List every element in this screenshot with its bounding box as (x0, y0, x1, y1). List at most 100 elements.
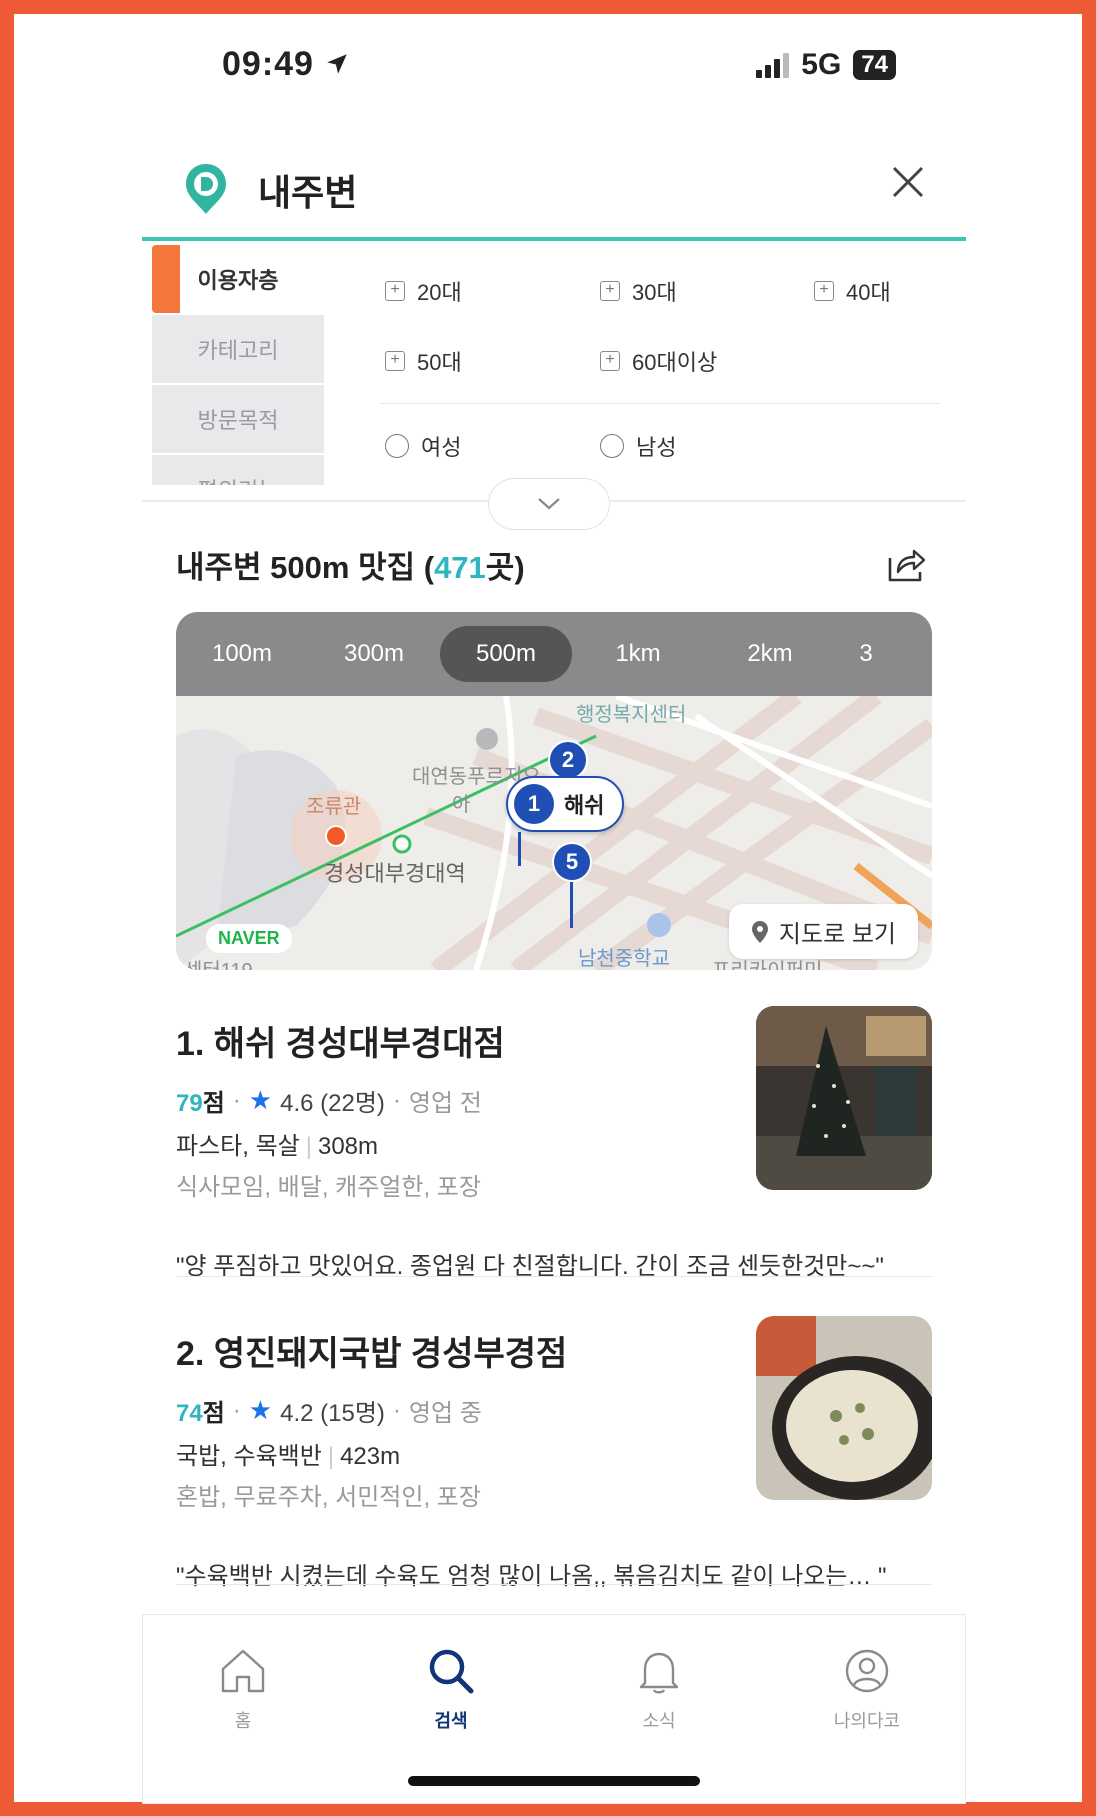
open-status: 영업 중 (408, 1400, 482, 1427)
pin-stem (570, 882, 573, 928)
option-label: 여성 (421, 435, 462, 460)
current-location-icon (325, 825, 347, 847)
list-divider (176, 1584, 932, 1585)
rating: 4.6 (22명) (280, 1090, 385, 1117)
gender-option-male[interactable]: 남성 (600, 430, 676, 462)
filter-tab-purpose[interactable]: 방문목적 (152, 385, 324, 453)
dico-logo-icon (186, 164, 226, 214)
review-snippet: "수육백반 시켰는데 수육도 엄청 많이 나옴,, 볶음김치도 같이 나오는… … (176, 1563, 887, 1590)
option-label: 40대 (846, 280, 891, 305)
photo-christmas-tree (756, 1006, 932, 1190)
rating: 4.2 (15명) (280, 1400, 385, 1427)
score-value: 74 (176, 1400, 203, 1427)
home-indicator[interactable] (408, 1776, 700, 1786)
signal-icon (756, 52, 790, 78)
map-view[interactable]: 행정복지센터 대연동푸르지오 아 조류관 경성대부경대역 남천중학교 센터119… (176, 696, 932, 970)
nav-home[interactable]: 홈 (183, 1645, 303, 1733)
option-label: 30대 (632, 280, 677, 305)
distance-option[interactable]: 1km (572, 640, 704, 668)
section-title: 내주변 500m 맛집 (471곳) (176, 542, 525, 587)
age-option-50[interactable]: +50대 (385, 345, 462, 377)
map-label-school: 남천중학교 (578, 948, 670, 970)
distance-option-selected[interactable]: 500m (440, 626, 572, 682)
pin-stem (518, 832, 521, 866)
star-icon: ★ (248, 1085, 273, 1115)
radio-icon (385, 434, 409, 458)
plus-box-icon: + (385, 281, 405, 301)
plus-box-icon: + (600, 351, 620, 371)
distance-option[interactable]: 3 (836, 640, 896, 668)
section-title-prefix: 내주변 500m 맛집 ( (176, 550, 435, 585)
nav-label: 검색 (434, 1711, 468, 1731)
section-title-suffix: 곳) (485, 550, 525, 585)
option-label: 60대이상 (632, 350, 718, 375)
option-label: 남성 (636, 435, 677, 460)
gender-option-female[interactable]: 여성 (385, 430, 461, 462)
map-label-safety: 센터119 (184, 954, 253, 970)
restaurant-item[interactable]: 2. 영진돼지국밥 경성부경점 74점 · ★ 4.2 (15명) · 영업 중… (176, 1316, 932, 1591)
list-divider (176, 1276, 932, 1277)
map-pin-1: 1 (514, 784, 554, 824)
nav-search[interactable]: 검색 (391, 1645, 511, 1733)
view-map-label: 지도로 보기 (778, 921, 896, 948)
category: 파스타, 목살 (176, 1133, 300, 1160)
options-divider (380, 403, 940, 404)
map-pin-1-callout[interactable]: 1 해쉬 (506, 776, 625, 832)
map-pin-5[interactable]: 5 (552, 842, 592, 882)
distance-option[interactable]: 100m (176, 640, 308, 668)
location-arrow-icon (327, 54, 348, 74)
age-option-20[interactable]: +20대 (385, 275, 462, 307)
meta-dot: · (392, 1396, 401, 1424)
star-icon: ★ (248, 1395, 273, 1425)
profile-icon (845, 1649, 889, 1693)
map-card: 100m 300m 500m 1km 2km 3 행정복지센터 대연동푸르지오 … (176, 612, 932, 970)
share-icon[interactable] (884, 542, 928, 586)
distance: 308m (317, 1133, 379, 1160)
radio-icon (600, 434, 624, 458)
distance-option[interactable]: 300m (308, 640, 440, 668)
meta-dot: · (392, 1086, 401, 1114)
header-divider (142, 237, 966, 241)
map-label-aquarium: 조류관 (306, 796, 362, 818)
status-time: 09:49 (222, 45, 350, 84)
map-pin-2[interactable]: 2 (548, 740, 588, 780)
home-icon (221, 1649, 265, 1693)
expand-filter-button[interactable] (488, 478, 610, 530)
header: 내주변 (142, 150, 966, 242)
bell-icon (639, 1652, 679, 1694)
map-pin-label: 해쉬 (564, 793, 605, 818)
map-label-station: 경성대부경대역 (324, 861, 466, 886)
filter-tab-amenity[interactable]: 편의기능 (152, 455, 324, 485)
restaurant-item[interactable]: 1. 해쉬 경성대부경대점 79점 · ★ 4.6 (22명) · 영업 전 파… (176, 1006, 932, 1281)
meta-dot: · (232, 1086, 241, 1114)
restaurant-photo[interactable] (756, 1316, 932, 1500)
age-option-30[interactable]: +30대 (600, 275, 677, 307)
option-label: 50대 (417, 350, 462, 375)
filter-tab-label: 이용자층 (179, 245, 297, 315)
age-option-60plus[interactable]: +60대이상 (600, 345, 717, 377)
option-label: 20대 (417, 280, 462, 305)
view-map-button[interactable]: 지도로 보기 (728, 904, 918, 959)
distance-option[interactable]: 2km (704, 640, 836, 668)
score-unit: 점 (202, 1400, 225, 1427)
category: 국밥, 수육백반 (176, 1443, 322, 1470)
close-icon[interactable] (888, 162, 928, 202)
distance-selector: 100m 300m 500m 1km 2km 3 (176, 612, 932, 696)
plus-box-icon: + (385, 351, 405, 371)
battery-icon: 74 (853, 50, 896, 80)
plus-box-icon: + (600, 281, 620, 301)
restaurant-photo[interactable] (756, 1006, 932, 1190)
nav-news[interactable]: 소식 (599, 1645, 719, 1733)
status-right: 5G 74 (756, 48, 896, 82)
result-count: 471 (434, 550, 486, 585)
distance: 423m (340, 1443, 401, 1470)
filter-tabs: 이용자층 카테고리 방문목적 편의기능 (152, 245, 324, 485)
meta-dot: · (232, 1396, 241, 1424)
open-status: 영업 전 (408, 1090, 482, 1117)
nav-label: 소식 (642, 1711, 676, 1731)
filter-tab-category[interactable]: 카테고리 (152, 315, 324, 383)
nav-mydico[interactable]: 나의다코 (807, 1645, 927, 1733)
filter-tab-users[interactable]: 이용자층 (152, 245, 324, 315)
score-unit: 점 (202, 1090, 225, 1117)
age-option-40[interactable]: +40대 (814, 275, 891, 307)
